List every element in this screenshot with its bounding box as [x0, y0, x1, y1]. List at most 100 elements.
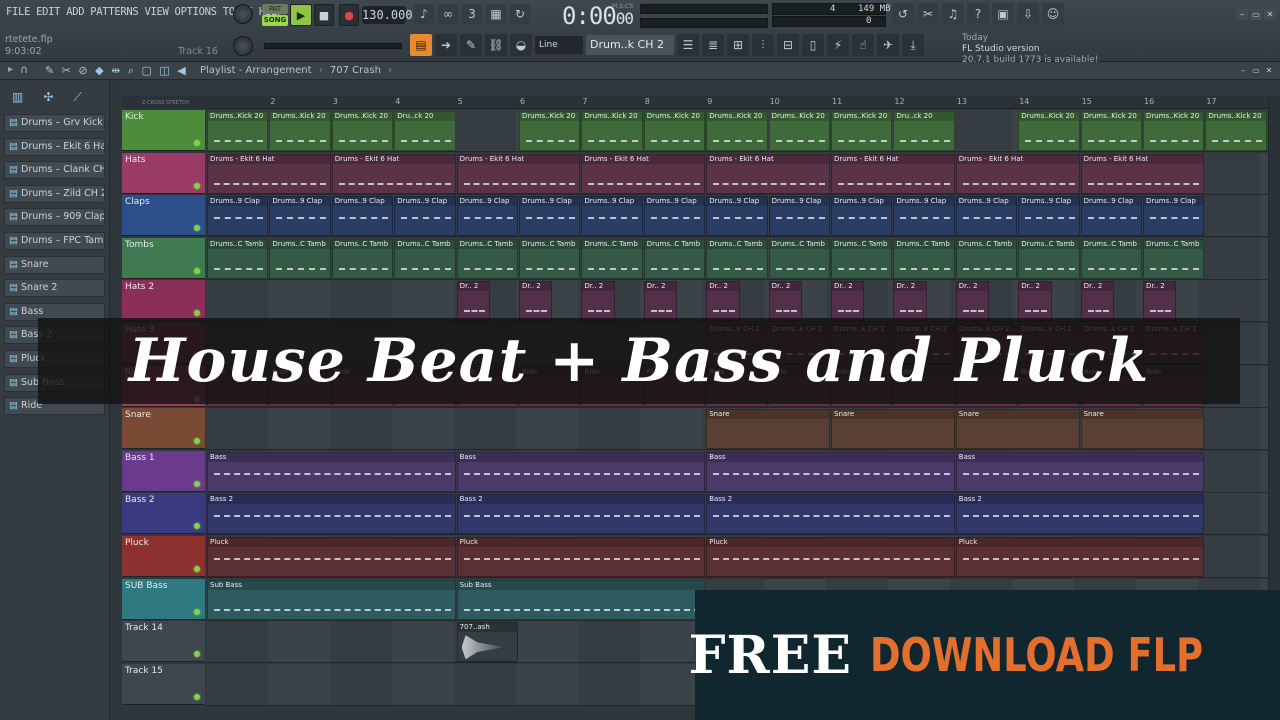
pattern-clip[interactable]: Drums..C Tamb: [1018, 238, 1080, 279]
pattern-clip[interactable]: Drums..9 Clap: [1018, 196, 1080, 237]
playlist-minimize-button[interactable]: –: [1238, 66, 1248, 76]
play-button[interactable]: ▶: [290, 4, 312, 26]
pattern-clip[interactable]: Snare: [955, 409, 1080, 450]
menu-view[interactable]: VIEW: [142, 6, 172, 18]
picker-patterns-icon[interactable]: ▥: [12, 90, 23, 114]
pattern-clip[interactable]: Drums..9 Clap: [643, 196, 706, 237]
pattern-clip[interactable]: Drums..9 Clap: [207, 196, 269, 237]
bar-number[interactable]: 14: [1019, 97, 1029, 106]
pattern-clip[interactable]: Dr.. 2: [1143, 281, 1177, 322]
track-header[interactable]: Pluck: [122, 536, 205, 577]
pattern-clip[interactable]: Drums - Ekit 6 Hat: [1080, 153, 1205, 194]
track-lane[interactable]: Snare Snare Snare Snare: [206, 408, 1268, 451]
bar-number[interactable]: 12: [894, 97, 904, 106]
pattern-clip[interactable]: Drums..C Tamb: [768, 238, 830, 279]
pattern-clip[interactable]: Drums..Kick 20: [331, 111, 394, 151]
bar-number[interactable]: 2: [270, 97, 275, 106]
playlist-button[interactable]: ☰: [677, 34, 699, 56]
pattern-clip[interactable]: Drums..Kick 20: [643, 111, 706, 151]
ruler-options[interactable]: Z-CROSS STRETCH: [122, 96, 206, 109]
pattern-clip[interactable]: Drums..C Tamb: [1080, 238, 1142, 279]
track-header[interactable]: SUB Bass: [122, 578, 205, 620]
loop-record-button[interactable]: ↻: [510, 4, 530, 24]
draw-tool-button[interactable]: ✎: [460, 34, 482, 56]
pattern-clip[interactable]: Drums..9 Clap: [394, 196, 456, 237]
picker-item[interactable]: ▤ Snare 2: [4, 279, 105, 298]
menu-edit[interactable]: EDIT: [34, 6, 64, 18]
track-enable-led[interactable]: [194, 523, 200, 530]
pat-mode[interactable]: PAT: [262, 4, 288, 14]
pattern-clip[interactable]: Snare: [706, 409, 830, 450]
pattern-clip[interactable]: Dr.. 2: [1080, 281, 1114, 322]
pattern-clip[interactable]: Drums..C Tamb: [331, 238, 394, 279]
track-header[interactable]: Bass 1: [122, 450, 205, 492]
master-volume-knob[interactable]: [233, 4, 253, 24]
pattern-clip[interactable]: Drums..C Tamb: [893, 238, 955, 279]
playlist-overview[interactable]: [122, 80, 1280, 96]
pattern-clip[interactable]: Dru..ck 20: [394, 111, 456, 151]
pattern-clip[interactable]: Drums..C Tamb: [269, 238, 331, 279]
wait-input-button[interactable]: ∞: [438, 4, 458, 24]
pattern-clip[interactable]: 707..ash: [456, 622, 518, 663]
picker-automation-icon[interactable]: ⟋: [73, 90, 81, 114]
plugin-picker-button[interactable]: ⚡: [827, 34, 849, 56]
track-header[interactable]: Track 15: [122, 663, 205, 705]
bar-number[interactable]: 10: [770, 97, 780, 106]
pattern-clip[interactable]: Dr.. 2: [643, 281, 678, 322]
pattern-clip[interactable]: Drums - Ekit 6 Hat: [955, 153, 1080, 194]
pattern-clip[interactable]: Drums..Kick 20: [519, 111, 581, 151]
render-button[interactable]: ⇩: [1017, 3, 1039, 25]
track-enable-led[interactable]: [194, 310, 200, 317]
stop-button[interactable]: ■: [314, 4, 334, 26]
master-pitch-knob[interactable]: [233, 36, 253, 56]
track-lane[interactable]: Pluck Pluck Pluck Pluck: [206, 536, 1268, 578]
track-enable-led[interactable]: [194, 651, 200, 658]
track-enable-led[interactable]: [194, 267, 200, 274]
pattern-clip[interactable]: Dr.. 2: [581, 281, 615, 322]
tempo-display[interactable]: 130.000: [362, 6, 413, 24]
link-tool-button[interactable]: ⛓: [485, 34, 507, 56]
pattern-clip[interactable]: Drums..9 Clap: [269, 196, 331, 237]
pattern-clip[interactable]: Drums - Ekit 6 Hat: [331, 153, 456, 194]
pattern-clip[interactable]: Drums..Kick 20: [1143, 111, 1205, 151]
timeline-ruler[interactable]: 2 3 4 5 6 7 8 9 10 11 12 13 14 15 16 17: [206, 96, 1268, 109]
menu-add[interactable]: ADD: [64, 6, 88, 18]
song-mode[interactable]: SONG: [262, 15, 288, 26]
picker-audio-icon[interactable]: ✣: [43, 90, 53, 114]
mixer-button[interactable]: ⫶: [752, 34, 774, 56]
snap-selector[interactable]: Line: [535, 36, 583, 54]
track-lane[interactable]: Dr.. 2 Dr.. 2 Dr.. 2 Dr.. 2 Dr.. 2 Dr.. 2 Dr..…: [206, 280, 1268, 323]
pattern-clip[interactable]: Bass 2: [207, 494, 456, 535]
track-lane[interactable]: Drums..9 Clap Drums..9 Clap Drums..9 Clap D…: [206, 195, 1268, 238]
pattern-clip[interactable]: Drums..Kick 20: [269, 111, 331, 151]
pattern-clip[interactable]: Dru..ck 20: [893, 111, 955, 151]
pattern-clip[interactable]: Drums..C Tamb: [519, 238, 581, 279]
minimize-button[interactable]: –: [1236, 9, 1248, 20]
pattern-clip[interactable]: Drums..C Tamb: [706, 238, 768, 279]
track-lane[interactable]: Drums..C Tamb Drums..C Tamb Drums..C Tamb D…: [206, 237, 1268, 280]
playlist-restore-button[interactable]: ▭: [1251, 66, 1261, 76]
restore-button[interactable]: ▭: [1250, 9, 1262, 20]
pattern-clip[interactable]: Drums..9 Clap: [893, 196, 955, 237]
pattern-clip[interactable]: Drums..9 Clap: [519, 196, 581, 237]
pattern-clip[interactable]: Drums..9 Clap: [456, 196, 518, 237]
pat-song-toggle[interactable]: PAT SONG: [262, 4, 288, 26]
track-header[interactable]: Track 14: [122, 621, 205, 663]
help-button[interactable]: ?: [967, 3, 989, 25]
recording-button[interactable]: ✈: [877, 34, 899, 56]
bar-number[interactable]: 7: [582, 97, 587, 106]
pattern-clip[interactable]: Drums..Kick 20: [1080, 111, 1142, 151]
pattern-clip[interactable]: Bass: [706, 451, 955, 492]
pattern-clip[interactable]: Drums..Kick 20: [831, 111, 893, 151]
pattern-clip[interactable]: Dr.. 2: [893, 281, 927, 322]
typing-keyboard-button[interactable]: ▤: [410, 34, 432, 56]
track-enable-led[interactable]: [194, 225, 200, 232]
menu-file[interactable]: FILE: [4, 6, 34, 18]
arrow-tool-button[interactable]: ➜: [435, 34, 457, 56]
pattern-clip[interactable]: Drums..Kick 20: [207, 111, 269, 151]
pattern-clip[interactable]: Bass: [456, 451, 706, 492]
playlist-menu-arrow-icon[interactable]: ▸: [8, 64, 13, 75]
bar-number[interactable]: 5: [458, 97, 463, 106]
pattern-clip[interactable]: Drums..C Tamb: [1143, 238, 1205, 279]
pattern-clip[interactable]: Drums..C Tamb: [831, 238, 893, 279]
